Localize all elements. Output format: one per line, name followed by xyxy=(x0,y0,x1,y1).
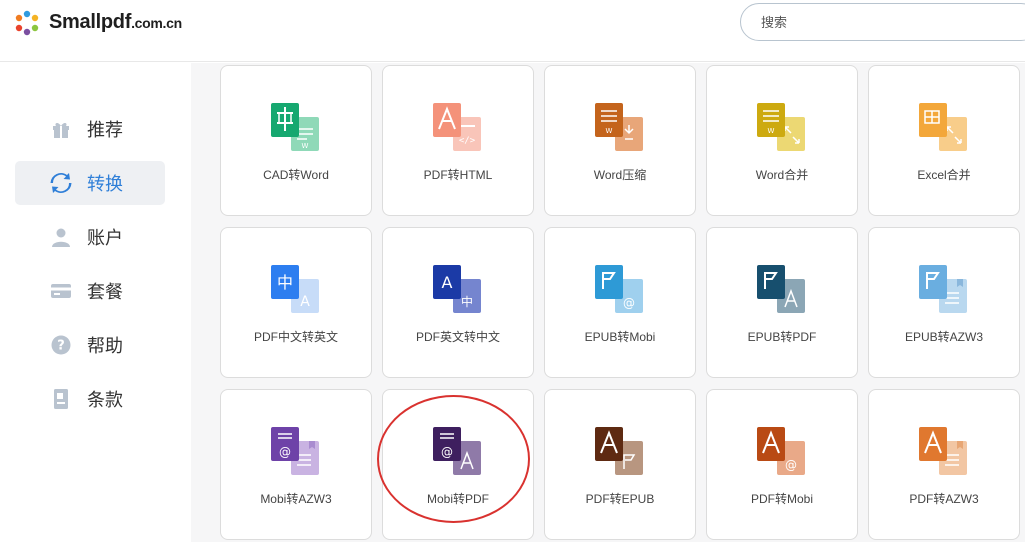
tool-grid: W CAD转Word </> PDF转HTML W Word压缩 W Word合… xyxy=(191,63,1025,542)
sidebar-item-label: 帮助 xyxy=(87,336,123,356)
svg-text:中: 中 xyxy=(461,294,473,309)
smallpdf-logo-icon[interactable] xyxy=(14,10,40,36)
document-icon xyxy=(49,387,73,411)
tool-card-epub-to-pdf[interactable]: EPUB转PDF xyxy=(706,227,858,378)
tool-card-excel-merge[interactable]: Excel合并 xyxy=(868,65,1020,216)
tool-card-cad-to-word[interactable]: W CAD转Word xyxy=(220,65,372,216)
tool-card-epub-to-mobi[interactable]: @ EPUB转Mobi xyxy=(544,227,696,378)
brand-name[interactable]: Smallpdf.com.cn xyxy=(49,11,182,34)
sidebar-item-label: 推荐 xyxy=(87,120,123,140)
tool-card-pdf-to-mobi[interactable]: @ PDF转Mobi xyxy=(706,389,858,540)
help-icon: ? xyxy=(49,333,73,357)
tool-card-pdf-cn-to-en[interactable]: A 中 PDF中文转英文 xyxy=(220,227,372,378)
tool-label: Word合并 xyxy=(755,168,809,182)
tool-label: EPUB转AZW3 xyxy=(904,330,983,344)
sidebar-item-label: 条款 xyxy=(87,390,123,410)
tool-card-mobi-to-pdf[interactable]: @ Mobi转PDF xyxy=(382,389,534,540)
translate-en-cn-icon: 中 A xyxy=(433,265,481,313)
tool-card-mobi-to-azw3[interactable]: @ Mobi转AZW3 xyxy=(220,389,372,540)
word-merge-icon: W xyxy=(757,103,805,151)
svg-text:</>: </> xyxy=(459,136,476,146)
svg-text:?: ? xyxy=(57,339,65,354)
svg-text:W: W xyxy=(302,142,309,150)
tool-label: CAD转Word xyxy=(263,168,329,182)
pdf-to-mobi-icon: @ xyxy=(757,427,805,475)
tool-label: EPUB转Mobi xyxy=(584,330,656,344)
tool-card-pdf-to-html[interactable]: </> PDF转HTML xyxy=(382,65,534,216)
sidebar-item-help[interactable]: ? 帮助 xyxy=(15,323,165,367)
tool-card-word-merge[interactable]: W Word合并 xyxy=(706,65,858,216)
sidebar-item-convert[interactable]: 转换 xyxy=(15,161,165,205)
epub-to-mobi-icon: @ xyxy=(595,265,643,313)
tool-label: PDF英文转中文 xyxy=(415,330,500,344)
tool-label: Mobi转AZW3 xyxy=(260,492,332,506)
epub-to-pdf-icon xyxy=(757,265,805,313)
pdf-to-epub-icon xyxy=(595,427,643,475)
sidebar-item-plans[interactable]: 套餐 xyxy=(15,269,165,313)
pdf-to-html-icon: </> xyxy=(433,103,481,151)
epub-to-azw3-icon xyxy=(919,265,967,313)
tool-label: Excel合并 xyxy=(917,168,971,182)
gift-icon xyxy=(49,117,73,141)
brand-suffix-text: .com.cn xyxy=(131,15,182,31)
card-icon xyxy=(49,279,73,303)
tool-label: Word压缩 xyxy=(593,168,647,182)
mobi-to-azw3-icon: @ xyxy=(271,427,319,475)
tool-card-pdf-to-epub[interactable]: PDF转EPUB xyxy=(544,389,696,540)
svg-text:A: A xyxy=(442,273,453,292)
tool-label: PDF转EPUB xyxy=(585,492,655,506)
svg-text:@: @ xyxy=(441,445,453,459)
svg-text:@: @ xyxy=(279,445,291,459)
excel-merge-icon xyxy=(919,103,967,151)
sidebar-item-label: 转换 xyxy=(87,174,123,194)
brand-main-text: Smallpdf xyxy=(49,11,132,33)
tool-card-pdf-en-to-cn[interactable]: 中 A PDF英文转中文 xyxy=(382,227,534,378)
sidebar-item-recommend[interactable]: 推荐 xyxy=(15,107,165,151)
translate-cn-en-icon: A 中 xyxy=(271,265,319,313)
tool-card-epub-to-azw3[interactable]: EPUB转AZW3 xyxy=(868,227,1020,378)
tool-card-pdf-to-azw3[interactable]: PDF转AZW3 xyxy=(868,389,1020,540)
sidebar-item-account[interactable]: 账户 xyxy=(15,215,165,259)
svg-text:@: @ xyxy=(785,458,797,472)
tool-label: PDF转Mobi xyxy=(750,492,813,506)
sidebar-item-label: 账户 xyxy=(87,228,123,248)
sync-icon xyxy=(49,171,73,195)
sidebar-item-terms[interactable]: 条款 xyxy=(15,377,165,421)
tool-label: PDF转HTML xyxy=(423,168,493,182)
svg-text:A: A xyxy=(300,294,310,310)
mobi-to-pdf-icon: @ xyxy=(433,427,481,475)
sidebar: 推荐 转换 账户 套餐 ? 帮助 条款 xyxy=(0,63,191,542)
svg-text:W: W xyxy=(768,127,775,135)
top-header: Smallpdf.com.cn xyxy=(0,0,1025,62)
tool-label: PDF中文转英文 xyxy=(253,330,338,344)
svg-text:@: @ xyxy=(623,296,635,310)
user-icon xyxy=(49,225,73,249)
word-compress-icon: W xyxy=(595,103,643,151)
pdf-to-azw3-icon xyxy=(919,427,967,475)
tool-label: Mobi转PDF xyxy=(426,492,489,506)
tool-card-word-compress[interactable]: W Word压缩 xyxy=(544,65,696,216)
tool-label: EPUB转PDF xyxy=(747,330,817,344)
sidebar-item-label: 套餐 xyxy=(87,282,123,302)
svg-text:W: W xyxy=(606,127,613,135)
svg-text:中: 中 xyxy=(277,273,293,292)
cad-to-word-icon: W xyxy=(271,103,319,151)
search-input[interactable] xyxy=(740,3,1025,41)
tool-label: PDF转AZW3 xyxy=(909,492,979,506)
